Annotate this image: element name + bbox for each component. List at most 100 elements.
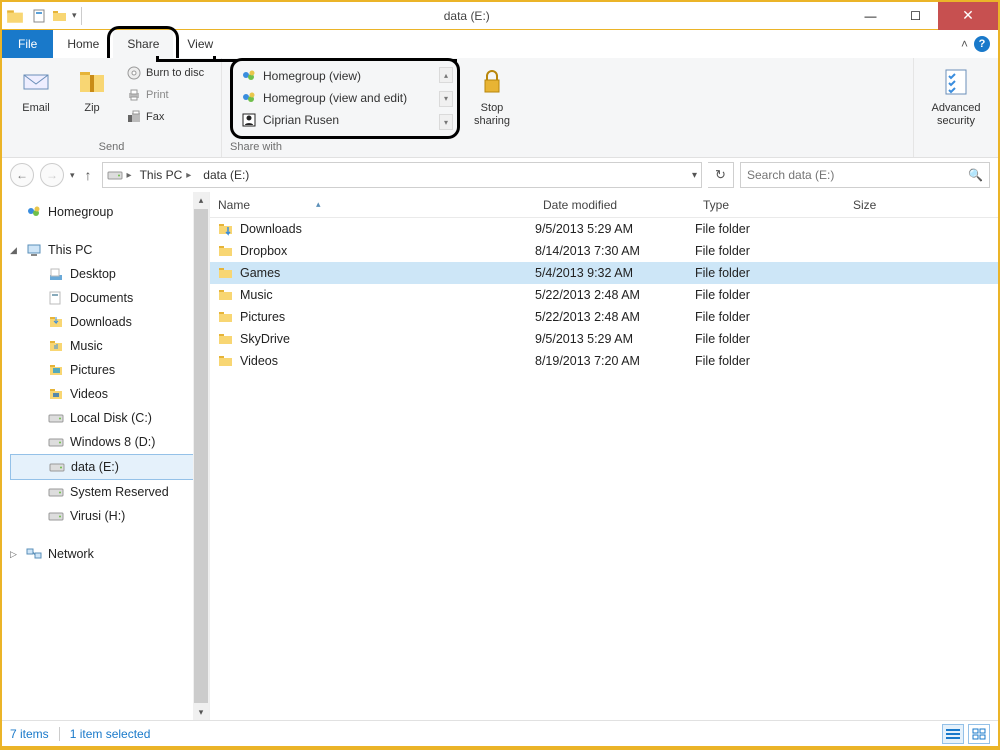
search-icon[interactable]: 🔍: [968, 168, 983, 182]
nav-item-documents[interactable]: Documents: [10, 286, 205, 310]
share-homegroup-view[interactable]: Homegroup (view): [237, 65, 453, 87]
nav-item-desktop[interactable]: Desktop: [10, 262, 205, 286]
file-row[interactable]: Games5/4/2013 9:32 AMFile folder: [210, 262, 998, 284]
file-row[interactable]: Downloads9/5/2013 5:29 AMFile folder: [210, 218, 998, 240]
homegroup-icon: [26, 204, 42, 220]
nav-item-system-reserved[interactable]: System Reserved: [10, 480, 205, 504]
nav-item-icon: [48, 314, 64, 330]
gallery-scroll[interactable]: ▴ ▾ ▾: [439, 67, 453, 130]
nav-this-pc[interactable]: ◢ This PC: [10, 238, 205, 262]
maximize-button[interactable]: ☐: [893, 2, 938, 30]
address-dropdown-icon[interactable]: ▾: [692, 170, 697, 181]
tab-share[interactable]: Share: [113, 30, 173, 58]
ribbon-group-send: Email Zip Burn to disc Print: [2, 58, 222, 157]
gallery-down-icon[interactable]: ▾: [439, 91, 453, 107]
navigation-pane[interactable]: Homegroup ◢ This PC DesktopDocumentsDown…: [2, 192, 210, 720]
nav-item-icon: [48, 508, 64, 524]
tab-view[interactable]: View: [173, 30, 227, 58]
column-headers: Name▴ Date modified Type Size: [210, 192, 998, 218]
file-row[interactable]: Music5/22/2013 2:48 AMFile folder: [210, 284, 998, 306]
column-name[interactable]: Name▴: [210, 198, 535, 212]
nav-item-windows-8-d-[interactable]: Windows 8 (D:): [10, 430, 205, 454]
title-bar: ▾ data (E:) — ☐ ✕: [2, 2, 998, 30]
nav-homegroup[interactable]: Homegroup: [10, 200, 205, 224]
gallery-more-icon[interactable]: ▾: [439, 114, 453, 130]
breadcrumb-this-pc[interactable]: This PC▸: [136, 168, 196, 182]
search-box[interactable]: 🔍: [740, 162, 990, 188]
homegroup-icon: [241, 90, 257, 106]
collapse-icon[interactable]: ◢: [10, 245, 20, 256]
nav-item-downloads[interactable]: Downloads: [10, 310, 205, 334]
nav-item-pictures[interactable]: Pictures: [10, 358, 205, 382]
nav-item-icon: [48, 266, 64, 282]
nav-item-local-disk-c-[interactable]: Local Disk (C:): [10, 406, 205, 430]
close-button[interactable]: ✕: [938, 2, 998, 30]
file-row[interactable]: Pictures5/22/2013 2:48 AMFile folder: [210, 306, 998, 328]
nav-item-music[interactable]: Music: [10, 334, 205, 358]
nav-item-data-e-[interactable]: data (E:): [10, 454, 205, 480]
folder-icon: [218, 243, 234, 259]
nav-item-virusi-h-[interactable]: Virusi (H:): [10, 504, 205, 528]
file-row[interactable]: Dropbox8/14/2013 7:30 AMFile folder: [210, 240, 998, 262]
tab-home[interactable]: Home: [53, 30, 113, 58]
window-controls: — ☐ ✕: [848, 2, 998, 30]
address-bar: ← → ▾ ↑ ▸ This PC▸ data (E:) ▾ ↻ 🔍: [2, 158, 998, 192]
folder-icon: [218, 353, 234, 369]
folder-icon: [218, 265, 234, 281]
burn-button[interactable]: Burn to disc: [122, 62, 208, 84]
advanced-security-button[interactable]: Advanced security: [922, 62, 990, 139]
breadcrumb-data-e[interactable]: data (E:): [199, 168, 253, 182]
forward-button[interactable]: →: [40, 163, 64, 187]
email-icon: [20, 66, 52, 98]
file-row[interactable]: Videos8/19/2013 7:20 AMFile folder: [210, 350, 998, 372]
nav-network[interactable]: ▷ Network: [10, 542, 205, 566]
tab-file[interactable]: File: [2, 30, 53, 58]
history-dropdown-icon[interactable]: ▾: [70, 170, 75, 181]
breadcrumb-box[interactable]: ▸ This PC▸ data (E:) ▾: [102, 162, 702, 188]
nav-item-icon: [48, 386, 64, 402]
gallery-up-icon[interactable]: ▴: [439, 67, 453, 83]
share-gallery[interactable]: Homegroup (view) Homegroup (view and edi…: [230, 58, 460, 139]
disc-icon: [126, 65, 142, 81]
fax-button[interactable]: Fax: [122, 106, 208, 128]
qat-properties-icon[interactable]: [32, 8, 48, 24]
qat-new-folder-icon[interactable]: [52, 8, 68, 24]
ribbon-share: Email Zip Burn to disc Print: [2, 58, 998, 158]
scroll-down-icon[interactable]: ▾: [193, 704, 209, 720]
user-icon: [241, 112, 257, 128]
collapse-ribbon-icon[interactable]: ˄: [961, 37, 968, 51]
expand-icon[interactable]: ▷: [10, 549, 20, 560]
navpane-scrollbar[interactable]: ▴ ▾: [193, 192, 209, 720]
ribbon-group-advanced: Advanced security: [914, 58, 998, 157]
share-homegroup-edit[interactable]: Homegroup (view and edit): [237, 87, 453, 109]
email-button[interactable]: Email: [10, 62, 62, 139]
zip-button[interactable]: Zip: [66, 62, 118, 139]
scroll-thumb[interactable]: [194, 209, 208, 703]
refresh-button[interactable]: ↻: [708, 162, 734, 188]
minimize-button[interactable]: —: [848, 2, 893, 30]
status-item-count: 7 items: [10, 727, 60, 741]
file-row[interactable]: SkyDrive9/5/2013 5:29 AMFile folder: [210, 328, 998, 350]
print-button[interactable]: Print: [122, 84, 208, 106]
nav-item-videos[interactable]: Videos: [10, 382, 205, 406]
share-user-ciprian[interactable]: Ciprian Rusen: [237, 109, 453, 131]
qat-dropdown-icon[interactable]: ▾: [72, 10, 77, 21]
search-input[interactable]: [747, 168, 968, 182]
column-type[interactable]: Type: [695, 198, 845, 212]
drive-icon: [107, 167, 123, 183]
up-button[interactable]: ↑: [81, 167, 96, 183]
nav-item-icon: [48, 484, 64, 500]
scroll-up-icon[interactable]: ▴: [193, 192, 209, 208]
main-area: Homegroup ◢ This PC DesktopDocumentsDown…: [2, 192, 998, 720]
status-selection: 1 item selected: [70, 727, 161, 741]
view-details-button[interactable]: [942, 724, 964, 744]
status-bar: 7 items 1 item selected: [2, 720, 998, 746]
view-large-icons-button[interactable]: [968, 724, 990, 744]
system-menu-icon[interactable]: [6, 7, 24, 25]
column-date[interactable]: Date modified: [535, 198, 695, 212]
column-size[interactable]: Size: [845, 198, 998, 212]
stop-sharing-button[interactable]: Stop sharing: [466, 62, 518, 139]
quick-access-toolbar: ▾: [28, 7, 86, 25]
back-button[interactable]: ←: [10, 163, 34, 187]
help-icon[interactable]: ?: [974, 36, 990, 52]
